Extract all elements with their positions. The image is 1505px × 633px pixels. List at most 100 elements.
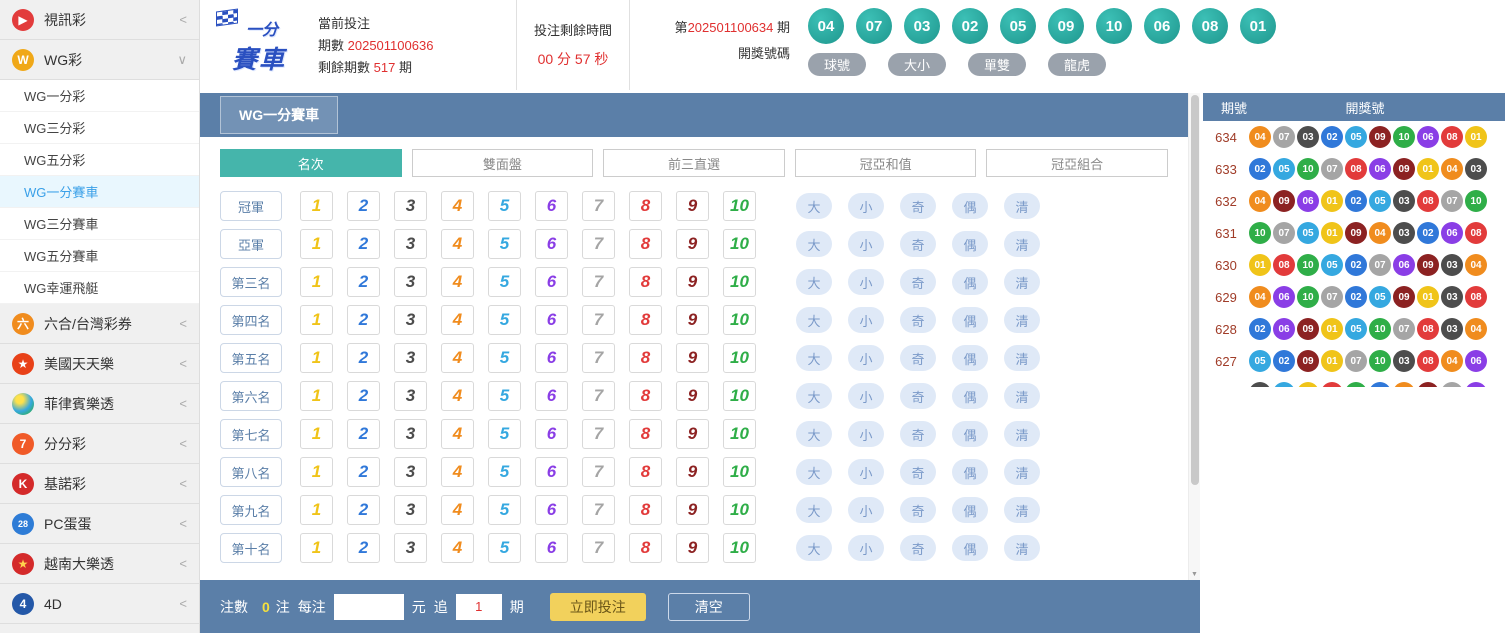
number-button-9[interactable]: 9 [676,229,709,259]
number-button-10[interactable]: 10 [723,419,756,449]
quick-button-clear[interactable]: 清 [1004,421,1040,447]
sidebar-group-usa-tiantianle[interactable]: ★美國天天樂< [0,344,199,384]
number-button-4[interactable]: 4 [441,419,474,449]
number-button-2[interactable]: 2 [347,533,380,563]
number-button-10[interactable]: 10 [723,495,756,525]
number-button-5[interactable]: 5 [488,267,521,297]
number-button-3[interactable]: 3 [394,229,427,259]
number-button-1[interactable]: 1 [300,495,333,525]
number-button-9[interactable]: 9 [676,495,709,525]
sidebar-group-video-cai[interactable]: ▶視訊彩< [0,0,199,40]
number-button-8[interactable]: 8 [629,305,662,335]
number-button-6[interactable]: 6 [535,495,568,525]
number-button-9[interactable]: 9 [676,267,709,297]
number-button-8[interactable]: 8 [629,457,662,487]
number-button-10[interactable]: 10 [723,229,756,259]
quick-button-small[interactable]: 小 [848,345,884,371]
quick-button-big[interactable]: 大 [796,307,832,333]
quick-button-odd[interactable]: 奇 [900,497,936,523]
number-button-9[interactable]: 9 [676,305,709,335]
number-button-1[interactable]: 1 [300,191,333,221]
number-button-9[interactable]: 9 [676,457,709,487]
number-button-3[interactable]: 3 [394,419,427,449]
quick-button-clear[interactable]: 清 [1004,535,1040,561]
number-button-4[interactable]: 4 [441,457,474,487]
quick-button-small[interactable]: 小 [848,231,884,257]
sidebar-group-wg-cai[interactable]: WWG彩∨ [0,40,199,80]
quick-button-odd[interactable]: 奇 [900,421,936,447]
number-button-3[interactable]: 3 [394,457,427,487]
sidebar-group-fenfen-cai[interactable]: 7分分彩< [0,424,199,464]
number-button-8[interactable]: 8 [629,381,662,411]
number-button-2[interactable]: 2 [347,495,380,525]
quick-button-small[interactable]: 小 [848,193,884,219]
number-button-9[interactable]: 9 [676,343,709,373]
number-button-2[interactable]: 2 [347,343,380,373]
sidebar-item-2[interactable]: WG五分彩 [0,144,199,176]
ball-tab-dragon-tiger[interactable]: 龍虎 [1048,53,1106,76]
number-button-2[interactable]: 2 [347,457,380,487]
number-button-6[interactable]: 6 [535,533,568,563]
number-button-5[interactable]: 5 [488,381,521,411]
quick-button-even[interactable]: 偶 [952,383,988,409]
sidebar-group-keno-cai[interactable]: K基諾彩< [0,464,199,504]
quick-button-odd[interactable]: 奇 [900,231,936,257]
number-button-9[interactable]: 9 [676,533,709,563]
sidebar-item-0[interactable]: WG一分彩 [0,80,199,112]
number-button-1[interactable]: 1 [300,381,333,411]
number-button-4[interactable]: 4 [441,533,474,563]
number-button-6[interactable]: 6 [535,419,568,449]
ball-tab-single-double[interactable]: 單雙 [968,53,1026,76]
quick-button-even[interactable]: 偶 [952,193,988,219]
number-button-5[interactable]: 5 [488,419,521,449]
number-button-6[interactable]: 6 [535,457,568,487]
number-button-5[interactable]: 5 [488,191,521,221]
quick-button-big[interactable]: 大 [796,193,832,219]
number-button-1[interactable]: 1 [300,229,333,259]
quick-button-even[interactable]: 偶 [952,421,988,447]
number-button-8[interactable]: 8 [629,419,662,449]
quick-button-big[interactable]: 大 [796,421,832,447]
number-button-4[interactable]: 4 [441,381,474,411]
quick-button-clear[interactable]: 清 [1004,269,1040,295]
number-button-3[interactable]: 3 [394,533,427,563]
number-button-9[interactable]: 9 [676,191,709,221]
number-button-4[interactable]: 4 [441,229,474,259]
number-button-4[interactable]: 4 [441,343,474,373]
number-button-2[interactable]: 2 [347,381,380,411]
quick-button-even[interactable]: 偶 [952,269,988,295]
number-button-8[interactable]: 8 [629,229,662,259]
chase-periods-input[interactable] [456,594,502,620]
number-button-1[interactable]: 1 [300,305,333,335]
ball-tab-ball-number[interactable]: 球號 [808,53,866,76]
quick-button-small[interactable]: 小 [848,497,884,523]
quick-button-clear[interactable]: 清 [1004,307,1040,333]
quick-button-even[interactable]: 偶 [952,459,988,485]
number-button-8[interactable]: 8 [629,191,662,221]
tab-ranking[interactable]: 名次 [220,149,402,177]
sidebar-group-pc-dandan[interactable]: 28PC蛋蛋< [0,504,199,544]
quick-button-even[interactable]: 偶 [952,345,988,371]
quick-button-odd[interactable]: 奇 [900,307,936,333]
number-button-7[interactable]: 7 [582,495,615,525]
number-button-10[interactable]: 10 [723,343,756,373]
number-button-7[interactable]: 7 [582,457,615,487]
quick-button-small[interactable]: 小 [848,535,884,561]
number-button-10[interactable]: 10 [723,267,756,297]
number-button-1[interactable]: 1 [300,457,333,487]
number-button-7[interactable]: 7 [582,533,615,563]
sidebar-item-3[interactable]: WG一分賽車 [0,176,199,208]
number-button-5[interactable]: 5 [488,533,521,563]
number-button-3[interactable]: 3 [394,267,427,297]
number-button-10[interactable]: 10 [723,533,756,563]
number-button-2[interactable]: 2 [347,267,380,297]
quick-button-clear[interactable]: 清 [1004,231,1040,257]
number-button-4[interactable]: 4 [441,191,474,221]
sidebar-group-four-d[interactable]: 44D< [0,584,199,624]
number-button-1[interactable]: 1 [300,267,333,297]
quick-button-small[interactable]: 小 [848,269,884,295]
number-button-6[interactable]: 6 [535,191,568,221]
number-button-1[interactable]: 1 [300,419,333,449]
number-button-7[interactable]: 7 [582,381,615,411]
tab-double-side[interactable]: 雙面盤 [412,149,594,177]
